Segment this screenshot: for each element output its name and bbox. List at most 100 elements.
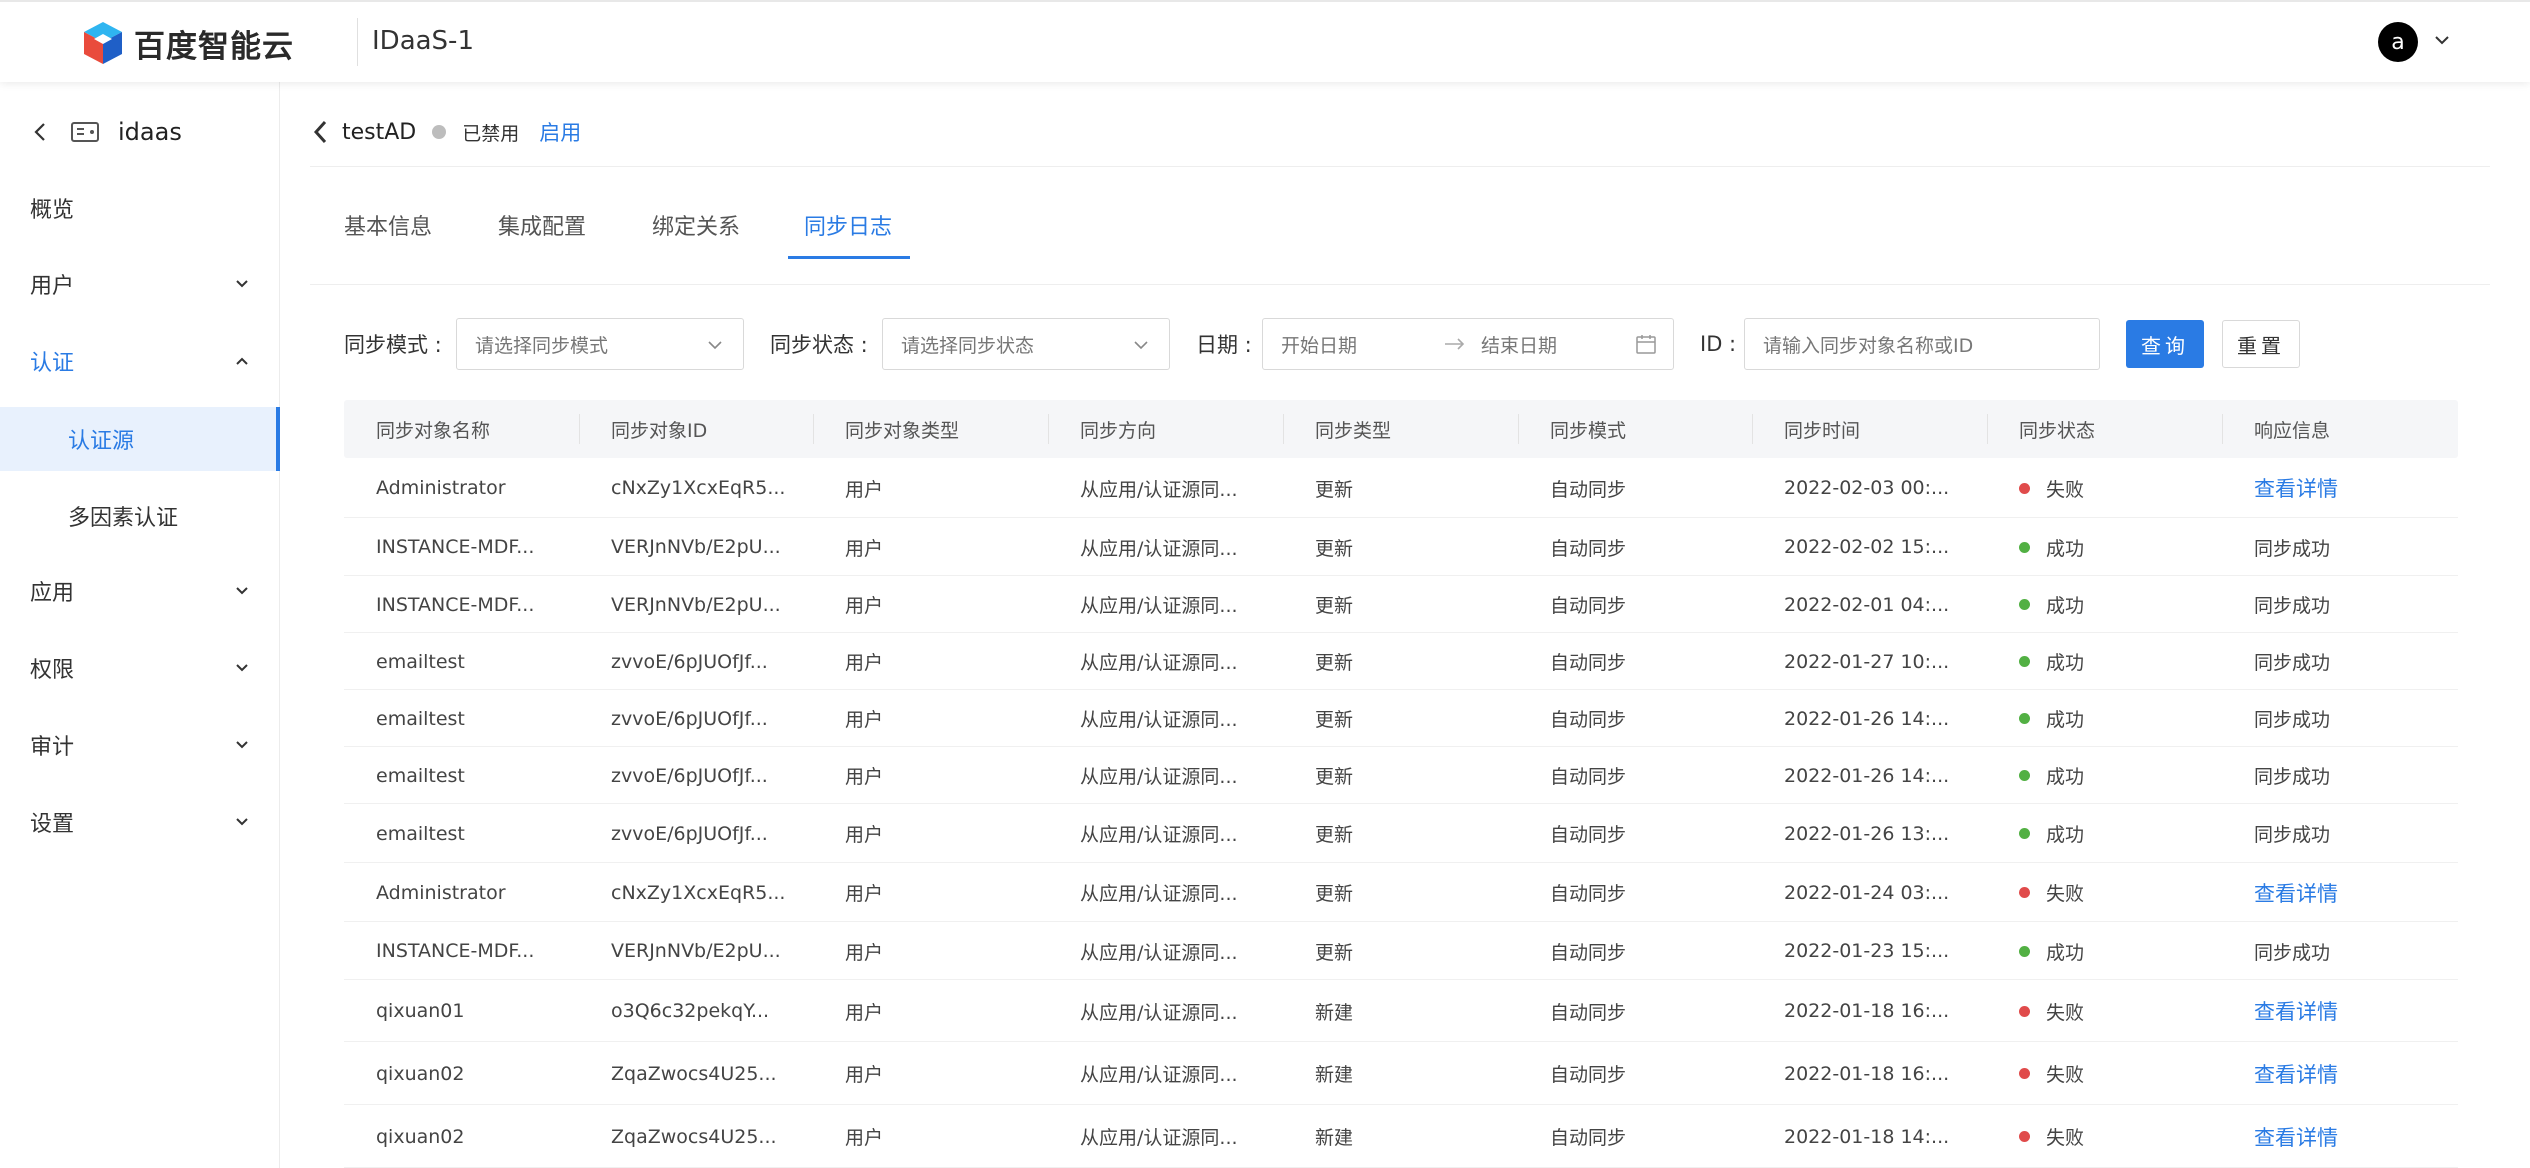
sidebar: idaas 概览 用户 认证 认证源 多因素认证 应用 权限 审计 设置 [0, 82, 280, 1168]
sync-mode-select[interactable]: 请选择同步模式 [456, 318, 744, 370]
col-sync-status: 成功 [1987, 804, 2222, 863]
view-details-link[interactable]: 查看详情 [2254, 1059, 2338, 1089]
back-arrow-icon[interactable] [310, 119, 332, 145]
col-sync-mode: 自动同步 [1550, 883, 1627, 905]
col-sync-mode: 自动同步 [1550, 1064, 1627, 1086]
table-row: Administrator cNxZy1XcxEqR5... 用户 从应用/认证源同.… [344, 458, 2458, 518]
query-button[interactable]: 查询 [2126, 320, 2204, 368]
status-dot [2019, 1005, 2030, 1017]
sidebar-item-mfa[interactable]: 多因素认证 [0, 484, 280, 548]
status-dot [2019, 541, 2030, 553]
sidebar-item-apps[interactable]: 应用 [0, 559, 280, 623]
col-object-name: qixuan02 [376, 1125, 465, 1148]
col-direction: 从应用/认证源同... [1080, 1001, 1238, 1024]
col-object-type: 用户 [845, 941, 884, 964]
col-response: 同步成功 [2254, 709, 2331, 731]
back-arrow-icon[interactable] [30, 121, 52, 143]
sidebar-item-audit[interactable]: 审计 [0, 713, 280, 777]
sidebar-item-label: 审计 [30, 735, 75, 760]
col-sync-mode-header: 同步模式 [1550, 419, 1627, 442]
sidebar-item-permissions[interactable]: 权限 [0, 636, 280, 700]
status-text: 成功 [2046, 766, 2085, 788]
col-sync-mode: 自动同步 [1550, 478, 1627, 501]
tab-basic-info[interactable]: 基本信息 [344, 190, 432, 260]
status-text: 成功 [2046, 595, 2085, 617]
chevron-down-icon [708, 341, 722, 350]
chevron-down-icon[interactable] [2432, 30, 2452, 50]
user-avatar[interactable]: a [2378, 22, 2418, 62]
col-sync-type: 新建 [1315, 1127, 1354, 1149]
divider [310, 284, 2490, 285]
view-details-link[interactable]: 查看详情 [2254, 1122, 2338, 1152]
col-sync-time-header: 同步时间 [1784, 419, 1861, 442]
col-direction: 从应用/认证源同... [1080, 478, 1238, 501]
col-object-name: emailtest [376, 707, 465, 730]
tab-sync-log[interactable]: 同步日志 [804, 190, 892, 260]
col-direction-header: 同步方向 [1080, 419, 1157, 442]
calendar-icon [1636, 335, 1656, 354]
sidebar-item-label: 用户 [30, 274, 75, 299]
status-dot [2019, 713, 2030, 724]
col-object-name: emailtest [376, 822, 465, 845]
column-separator [1283, 414, 1284, 444]
col-response: 查看详情 [2222, 980, 2458, 1042]
col-response: 查看详情 [2222, 458, 2458, 518]
col-sync-status: 失败 [1987, 1042, 2222, 1105]
col-object-name: Administrator [376, 477, 506, 499]
col-object-type: 用户 [845, 824, 884, 846]
col-object-id: VERJnNVb/E2pU... [611, 536, 781, 558]
col-direction: 从应用/认证源同... [1080, 1064, 1238, 1086]
status-text: 失败 [2046, 1001, 2085, 1024]
col-sync-type: 更新 [1315, 883, 1354, 905]
header-divider [357, 18, 358, 66]
sidebar-item-label: 应用 [30, 581, 75, 606]
end-date-input[interactable]: 结束日期 [1481, 331, 1557, 358]
tab-integration-config[interactable]: 集成配置 [498, 190, 586, 260]
date-range-picker[interactable]: 开始日期 结束日期 [1262, 318, 1674, 370]
col-sync-type: 更新 [1315, 766, 1354, 788]
col-response: 同步成功 [2254, 652, 2331, 674]
col-sync-mode: 自动同步 [1550, 537, 1627, 560]
cube-logo-icon [84, 22, 122, 64]
table-row: INSTANCE-MDF... VERJnNVb/E2pU... 用户 从应用/认证源… [344, 518, 2458, 576]
status-text: 失败 [2046, 883, 2085, 905]
col-sync-mode: 自动同步 [1550, 824, 1627, 846]
sidebar-item-auth[interactable]: 认证 [0, 329, 280, 393]
id-search-input[interactable]: 请输入同步对象名称或ID [1744, 318, 2100, 370]
col-sync-type: 更新 [1315, 824, 1354, 846]
col-sync-time: 2022-01-27 10:... [1784, 650, 1950, 673]
col-sync-status: 成功 [1987, 633, 2222, 690]
sidebar-item-users[interactable]: 用户 [0, 252, 280, 316]
col-object-id-header: 同步对象ID [611, 419, 708, 442]
col-object-type-header: 同步对象类型 [845, 419, 960, 442]
sidebar-header[interactable]: idaas [30, 112, 182, 152]
col-object-id: VERJnNVb/E2pU... [611, 940, 781, 962]
reset-button[interactable]: 重置 [2222, 320, 2300, 368]
col-object-type: 用户 [845, 478, 884, 501]
sidebar-item-auth-source[interactable]: 认证源 [0, 407, 280, 471]
sidebar-item-label: 认证 [30, 351, 75, 376]
col-sync-time: 2022-01-24 03:... [1784, 881, 1950, 904]
col-object-type: 用户 [845, 537, 884, 560]
sync-status-select[interactable]: 请选择同步状态 [882, 318, 1170, 370]
status-text: 成功 [2046, 824, 2085, 846]
sidebar-item-settings[interactable]: 设置 [0, 790, 280, 854]
enable-link[interactable]: 启用 [539, 117, 581, 147]
tab-binding[interactable]: 绑定关系 [652, 190, 740, 260]
col-sync-status: 失败 [1987, 980, 2222, 1042]
column-separator [2222, 414, 2223, 444]
col-object-id: VERJnNVb/E2pU... [611, 593, 781, 616]
column-separator [813, 414, 814, 444]
view-details-link[interactable]: 查看详情 [2254, 878, 2338, 908]
view-details-link[interactable]: 查看详情 [2254, 996, 2338, 1026]
col-object-type: 用户 [845, 1001, 884, 1024]
col-sync-type: 更新 [1315, 941, 1354, 964]
col-object-name: INSTANCE-MDF... [376, 940, 535, 962]
view-details-link[interactable]: 查看详情 [2254, 473, 2338, 503]
start-date-input[interactable]: 开始日期 [1281, 331, 1357, 358]
brand-logo[interactable]: 百度智能云 [82, 20, 294, 66]
col-object-type: 用户 [845, 652, 884, 674]
sidebar-item-overview[interactable]: 概览 [0, 176, 280, 240]
col-object-id: ZqaZwocs4U25... [611, 1125, 777, 1148]
col-object-id: ZqaZwocs4U25... [611, 1062, 777, 1085]
